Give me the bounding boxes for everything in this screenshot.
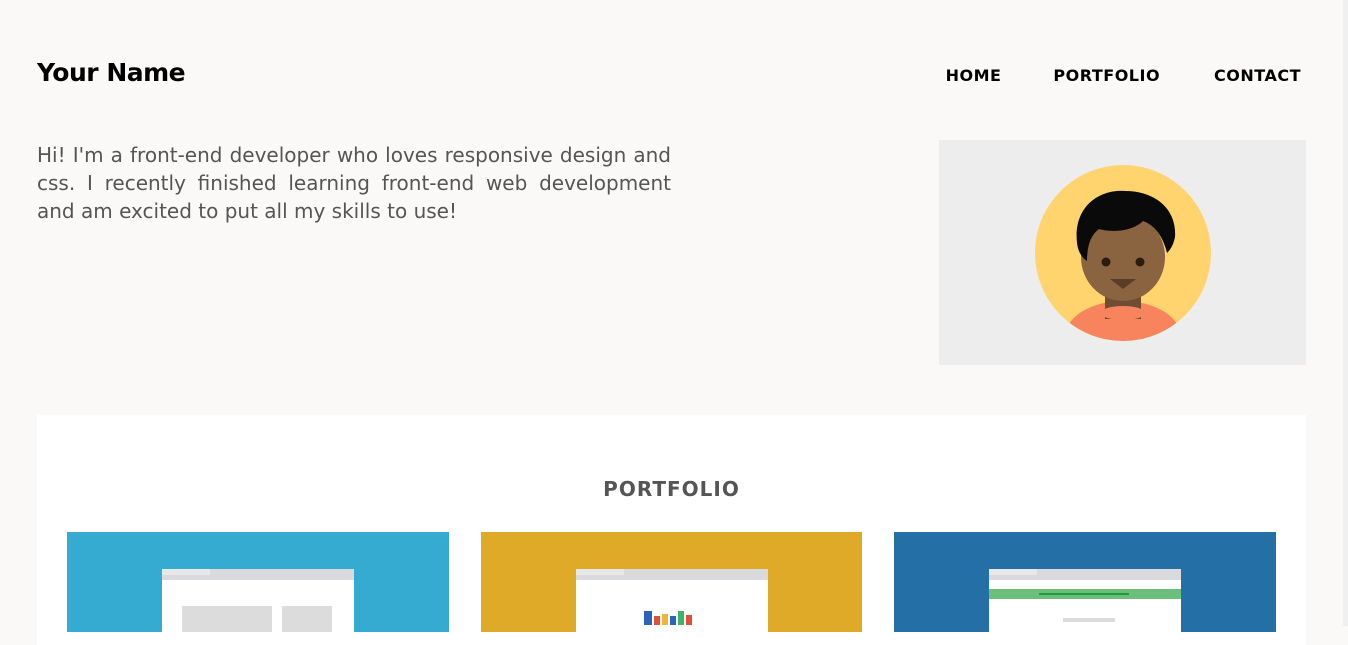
portfolio-card-3[interactable]: [894, 532, 1276, 632]
brand-logo-text[interactable]: Your Name: [37, 58, 186, 87]
site-header: Your Name HOME PORTFOLIO CONTACT: [37, 58, 1301, 94]
intro-text: Hi! I'm a front-end developer who loves …: [37, 143, 671, 223]
avatar-right-eye: [1135, 257, 1145, 267]
project-thumbnail: [162, 569, 354, 632]
portfolio-card-2[interactable]: [481, 532, 862, 632]
project-thumbnail: [575, 569, 768, 632]
scrollbar[interactable]: [1343, 0, 1348, 626]
portfolio-card-1[interactable]: [67, 532, 449, 632]
nav-portfolio-link[interactable]: PORTFOLIO: [1053, 66, 1160, 85]
nav-contact-link[interactable]: CONTACT: [1214, 66, 1301, 85]
avatar-illustration: [1035, 165, 1211, 341]
main-nav: HOME PORTFOLIO CONTACT: [946, 66, 1301, 85]
portfolio-section: PORTFOLIO: [37, 415, 1306, 645]
portfolio-heading: PORTFOLIO: [603, 477, 740, 501]
avatar-panel: [939, 140, 1306, 365]
project-thumbnail: [989, 569, 1181, 632]
nav-home-link[interactable]: HOME: [946, 66, 1002, 85]
avatar-left-eye: [1101, 257, 1111, 267]
